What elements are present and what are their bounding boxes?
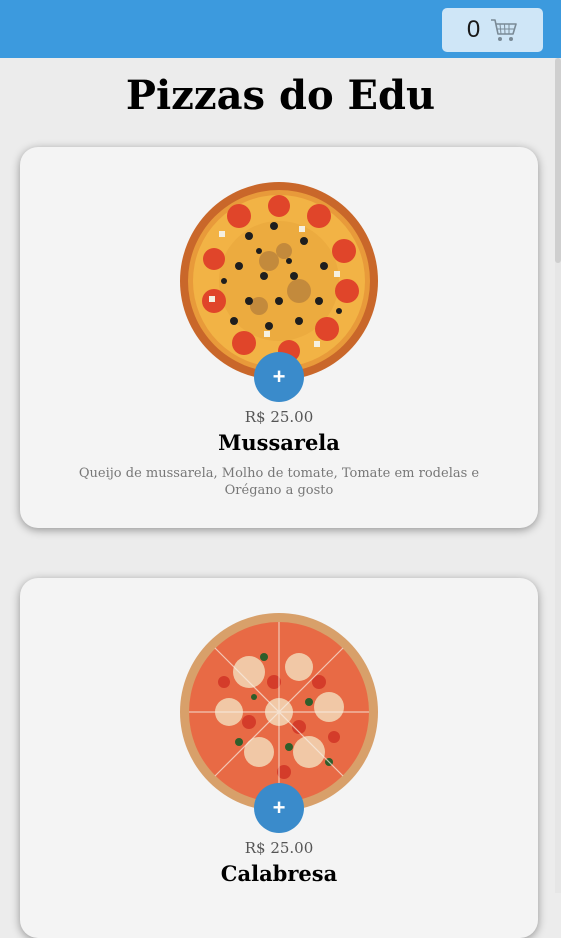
- pizza-calabresa-image: [180, 613, 378, 811]
- pizza-card-calabresa: + R$ 25.00 Calabresa: [20, 578, 538, 938]
- cart-button[interactable]: 0: [442, 8, 543, 52]
- pizza-description: Queijo de mussarela, Molho de tomate, To…: [78, 466, 480, 498]
- shopping-cart-icon: [491, 19, 517, 41]
- top-bar: 0: [0, 0, 561, 58]
- add-to-cart-button[interactable]: +: [254, 783, 304, 833]
- pizza-mussarela-image: [180, 182, 378, 380]
- cart-count: 0: [466, 16, 481, 43]
- pizza-card-mussarela: + R$ 25.00 Mussarela Queijo de mussarela…: [20, 147, 538, 528]
- pizza-price: R$ 25.00: [244, 839, 314, 857]
- pizza-name: Mussarela: [218, 430, 340, 455]
- page-title: Pizzas do Edu: [125, 72, 436, 119]
- pizza-price: R$ 25.00: [244, 408, 314, 426]
- add-to-cart-button[interactable]: +: [254, 352, 304, 402]
- pizza-name: Calabresa: [220, 861, 338, 886]
